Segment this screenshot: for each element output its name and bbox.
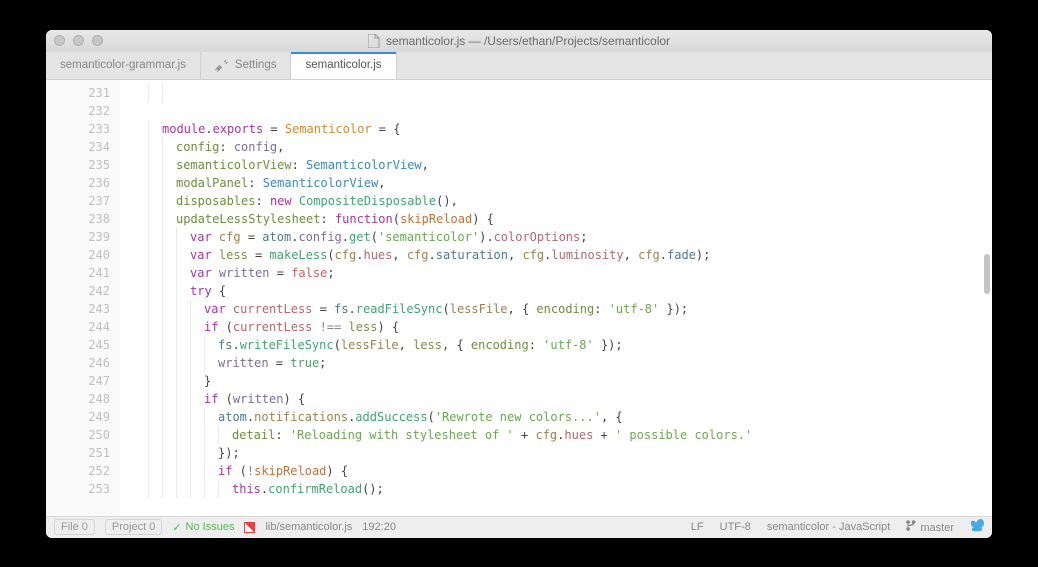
code-line[interactable]: updateLessStylesheet: function(skipReloa… <box>148 210 992 228</box>
squirrel-icon[interactable] <box>970 519 984 536</box>
line-number[interactable]: 233 <box>46 120 110 138</box>
linter-status[interactable]: ✓ No Issues <box>172 521 234 534</box>
code-line[interactable]: } <box>148 372 992 390</box>
code-area[interactable]: module.exports = Semanticolor = {config:… <box>120 80 992 516</box>
git-branch-icon <box>906 520 917 531</box>
editor-window: semanticolor.js — /Users/ethan/Projects/… <box>46 30 992 538</box>
code-line[interactable]: disposables: new CompositeDisposable(), <box>148 192 992 210</box>
file-issues-count[interactable]: File 0 <box>54 519 95 535</box>
code-line[interactable]: if (written) { <box>148 390 992 408</box>
line-number[interactable]: 235 <box>46 156 110 174</box>
window-title: semanticolor.js — /Users/ethan/Projects/… <box>46 34 992 48</box>
code-line[interactable] <box>148 84 992 102</box>
code-line[interactable]: var written = false; <box>148 264 992 282</box>
line-number[interactable]: 251 <box>46 444 110 462</box>
scrollbar-thumb[interactable] <box>984 254 990 294</box>
code-line[interactable]: written = true; <box>148 354 992 372</box>
file-path[interactable]: lib/semanticolor.js <box>265 521 352 533</box>
check-icon: ✓ <box>172 521 181 534</box>
git-branch[interactable]: master <box>906 520 954 534</box>
traffic-lights <box>54 35 103 46</box>
line-number[interactable]: 242 <box>46 282 110 300</box>
code-line[interactable] <box>148 102 992 120</box>
line-number[interactable]: 236 <box>46 174 110 192</box>
line-number[interactable]: 237 <box>46 192 110 210</box>
grammar-selector[interactable]: semanticolor - JavaScript <box>767 521 891 533</box>
line-number[interactable]: 246 <box>46 354 110 372</box>
window-title-text: semanticolor.js — /Users/ethan/Projects/… <box>386 34 670 48</box>
line-number[interactable]: 245 <box>46 336 110 354</box>
code-line[interactable]: atom.notifications.addSuccess('Rewrote n… <box>148 408 992 426</box>
cursor-position[interactable]: 192:20 <box>362 521 396 533</box>
line-number[interactable]: 253 <box>46 480 110 498</box>
gutter: 2312322332342352362372382392402412422432… <box>46 80 120 516</box>
line-number[interactable]: 249 <box>46 408 110 426</box>
tab-settings[interactable]: Settings <box>201 52 292 79</box>
line-number[interactable]: 250 <box>46 426 110 444</box>
code-line[interactable]: try { <box>148 282 992 300</box>
line-number[interactable]: 234 <box>46 138 110 156</box>
tab-label: Settings <box>235 59 277 71</box>
settings-icon <box>215 58 229 72</box>
line-number[interactable]: 232 <box>46 102 110 120</box>
close-window-button[interactable] <box>54 35 65 46</box>
line-number[interactable]: 239 <box>46 228 110 246</box>
code-line[interactable]: if (!skipReload) { <box>148 462 992 480</box>
tab-semanticolor-grammar[interactable]: semanticolor-grammar.js <box>46 52 201 79</box>
line-number[interactable]: 252 <box>46 462 110 480</box>
line-number[interactable]: 238 <box>46 210 110 228</box>
zoom-window-button[interactable] <box>92 35 103 46</box>
line-number[interactable]: 248 <box>46 390 110 408</box>
code-line[interactable]: var cfg = atom.config.get('semanticolor'… <box>148 228 992 246</box>
linter-status-text: No Issues <box>186 521 235 533</box>
code-line[interactable]: var less = makeLess(cfg.hues, cfg.satura… <box>148 246 992 264</box>
code-line[interactable]: modalPanel: SemanticolorView, <box>148 174 992 192</box>
editor-area[interactable]: 2312322332342352362372382392402412422432… <box>46 80 992 516</box>
color-indicator-icon[interactable] <box>244 522 255 533</box>
line-number[interactable]: 240 <box>46 246 110 264</box>
code-line[interactable]: detail: 'Reloading with stylesheet of ' … <box>148 426 992 444</box>
line-ending[interactable]: LF <box>691 521 704 533</box>
code-line[interactable]: config: config, <box>148 138 992 156</box>
tab-label: semanticolor-grammar.js <box>60 59 186 71</box>
code-line[interactable]: module.exports = Semanticolor = { <box>148 120 992 138</box>
line-number[interactable]: 241 <box>46 264 110 282</box>
code-line[interactable]: this.confirmReload(); <box>148 480 992 498</box>
tab-label: semanticolor.js <box>305 59 381 71</box>
line-number[interactable]: 244 <box>46 318 110 336</box>
status-bar: File 0 Project 0 ✓ No Issues lib/semanti… <box>46 516 992 538</box>
line-number[interactable]: 243 <box>46 300 110 318</box>
code-line[interactable]: if (currentLess !== less) { <box>148 318 992 336</box>
titlebar[interactable]: semanticolor.js — /Users/ethan/Projects/… <box>46 30 992 52</box>
code-line[interactable]: }); <box>148 444 992 462</box>
project-issues-count[interactable]: Project 0 <box>105 519 162 535</box>
file-icon <box>368 34 380 48</box>
git-branch-name: master <box>920 522 954 534</box>
tab-bar: semanticolor-grammar.js Settings semanti… <box>46 52 992 80</box>
minimize-window-button[interactable] <box>73 35 84 46</box>
code-line[interactable]: fs.writeFileSync(lessFile, less, { encod… <box>148 336 992 354</box>
line-number[interactable]: 247 <box>46 372 110 390</box>
line-number[interactable]: 231 <box>46 84 110 102</box>
tab-semanticolor[interactable]: semanticolor.js <box>291 52 396 79</box>
encoding[interactable]: UTF-8 <box>720 521 751 533</box>
code-line[interactable]: semanticolorView: SemanticolorView, <box>148 156 992 174</box>
code-line[interactable]: var currentLess = fs.readFileSync(lessFi… <box>148 300 992 318</box>
